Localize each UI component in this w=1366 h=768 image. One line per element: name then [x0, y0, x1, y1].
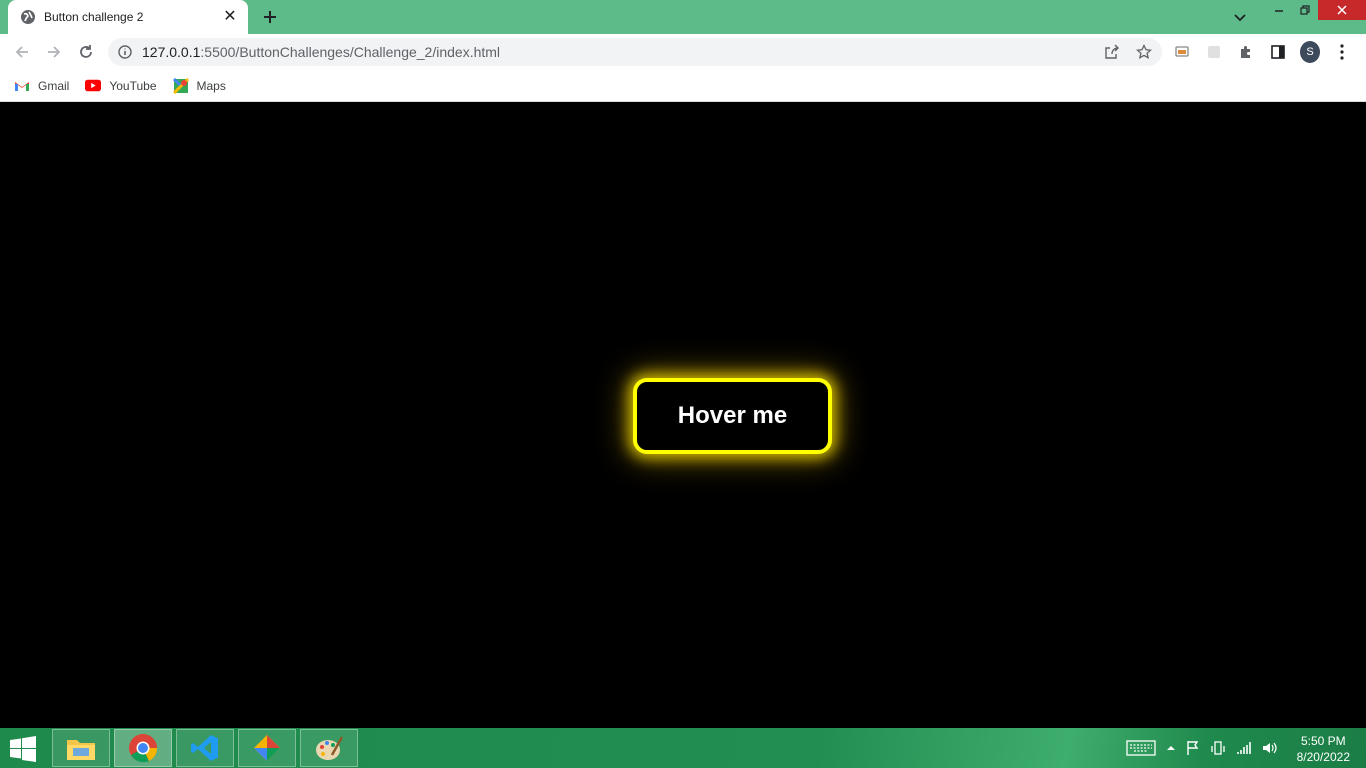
volume-icon[interactable]: [1262, 738, 1278, 758]
git-app-icon: [254, 735, 280, 761]
paint-palette-icon: [316, 736, 344, 760]
share-icon[interactable]: [1102, 42, 1122, 62]
profile-button[interactable]: S: [1300, 41, 1320, 63]
maps-icon: [172, 77, 189, 94]
flag-icon[interactable]: [1186, 738, 1200, 758]
taskbar-git-app[interactable]: [238, 729, 296, 767]
browser-titlebar: Button challenge 2 ✕: [0, 0, 1366, 34]
system-tray: [1126, 738, 1278, 758]
extension-placeholder-icon[interactable]: [1204, 42, 1224, 62]
bookmark-gmail[interactable]: Gmail: [14, 78, 69, 94]
youtube-icon: [85, 78, 102, 94]
browser-toolbar: 127.0.0.1:5500/ButtonChallenges/Challeng…: [0, 34, 1366, 70]
gmail-icon: [14, 78, 30, 94]
globe-icon: [21, 10, 35, 24]
info-icon[interactable]: [118, 45, 132, 59]
back-button[interactable]: [10, 40, 34, 64]
start-button[interactable]: [8, 736, 40, 762]
bookmark-youtube[interactable]: YouTube: [85, 78, 157, 94]
taskbar-vscode[interactable]: [176, 729, 234, 767]
window-controls: [1266, 0, 1366, 22]
vscode-icon: [191, 735, 218, 761]
bookmarks-bar: Gmail YouTube Maps: [0, 70, 1366, 102]
puzzle-icon[interactable]: [1236, 42, 1256, 62]
taskbar-clock[interactable]: 5:50 PM 8/20/2022: [1297, 733, 1350, 765]
restore-icon: [1300, 5, 1310, 15]
power-icon[interactable]: [1210, 738, 1226, 758]
bookmark-star-icon[interactable]: [1134, 42, 1154, 62]
taskbar-file-explorer[interactable]: [52, 729, 110, 767]
plus-icon: [264, 11, 276, 23]
bookmark-label: Gmail: [38, 78, 70, 93]
clock-date: 8/20/2022: [1296, 750, 1350, 764]
tab-close-icon[interactable]: ✕: [222, 9, 238, 25]
bookmark-maps[interactable]: Maps: [172, 77, 226, 94]
extensions-area: S: [1172, 41, 1352, 63]
taskbar-chrome[interactable]: [114, 729, 172, 767]
arrow-right-icon: [48, 46, 61, 58]
url-path: :5500/ButtonChallenges/Challenge_2/index…: [200, 44, 501, 60]
minimize-button[interactable]: [1266, 0, 1292, 20]
hover-me-button[interactable]: Hover me: [633, 378, 832, 454]
url-host: 127.0.0.1: [142, 44, 201, 60]
windows-logo-icon: [10, 736, 36, 762]
chrome-icon: [129, 734, 158, 763]
close-icon: [1337, 5, 1347, 15]
bookmark-label: YouTube: [109, 78, 157, 93]
new-tab-button[interactable]: [258, 5, 282, 29]
chevron-down-icon: [1234, 14, 1246, 22]
windows-taskbar: 5:50 PM 8/20/2022: [0, 728, 1366, 768]
url-text: 127.0.0.1:5500/ButtonChallenges/Challeng…: [142, 44, 500, 60]
page-viewport: Hover me: [0, 103, 1366, 728]
forward-button[interactable]: [42, 40, 66, 64]
folder-icon: [67, 740, 95, 760]
cast-extension-icon[interactable]: [1172, 42, 1192, 62]
reload-icon: [80, 45, 92, 58]
minimize-icon: [1275, 10, 1283, 12]
restore-button[interactable]: [1292, 0, 1318, 20]
tab-search-button[interactable]: [1230, 8, 1250, 28]
chevron-up-icon[interactable]: [1166, 738, 1176, 758]
side-panel-icon[interactable]: [1268, 42, 1288, 62]
network-icon[interactable]: [1236, 738, 1252, 758]
omnibox-actions: [1102, 42, 1154, 62]
address-bar[interactable]: 127.0.0.1:5500/ButtonChallenges/Challeng…: [108, 38, 1162, 66]
tab-title: Button challenge 2: [44, 10, 144, 24]
clock-time: 5:50 PM: [1300, 734, 1346, 748]
close-window-button[interactable]: [1318, 0, 1366, 20]
reload-button[interactable]: [74, 40, 98, 64]
menu-kebab-icon[interactable]: [1332, 42, 1352, 62]
arrow-left-icon: [15, 46, 28, 58]
taskbar-paint[interactable]: [300, 729, 358, 767]
keyboard-icon[interactable]: [1126, 738, 1156, 758]
browser-tab[interactable]: Button challenge 2 ✕: [8, 0, 248, 34]
bookmark-label: Maps: [196, 78, 226, 93]
avatar: S: [1300, 41, 1320, 63]
